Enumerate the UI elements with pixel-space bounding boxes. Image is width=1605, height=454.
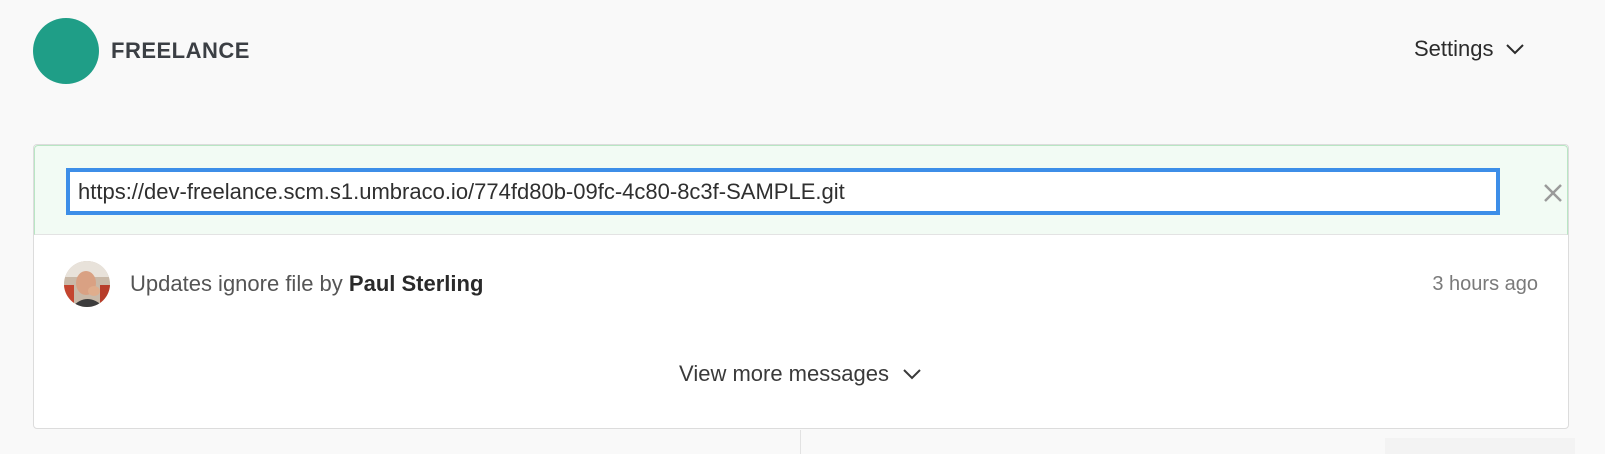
commit-message-prefix: Updates ignore file by bbox=[130, 271, 343, 296]
view-more-button[interactable]: View more messages bbox=[34, 361, 1568, 387]
view-more-label: View more messages bbox=[679, 361, 889, 386]
commit-message: Updates ignore file by Paul Sterling bbox=[130, 271, 483, 297]
commit-time: 3 hours ago bbox=[1432, 273, 1538, 295]
chevron-down-icon bbox=[901, 366, 923, 382]
avatar bbox=[64, 261, 110, 307]
commit-author: Paul Sterling bbox=[348, 271, 484, 296]
project-name[interactable]: FREELANCE bbox=[111, 38, 250, 64]
settings-label: Settings bbox=[1414, 36, 1494, 61]
column-divider bbox=[800, 430, 801, 454]
settings-dropdown[interactable]: Settings bbox=[1414, 36, 1526, 62]
deploy-card: Updates ignore file by Paul Sterling 3 h… bbox=[33, 144, 1569, 429]
chevron-down-icon bbox=[1504, 41, 1526, 57]
clone-url-input[interactable] bbox=[66, 168, 1500, 215]
commit-row: Updates ignore file by Paul Sterling 3 h… bbox=[34, 255, 1568, 325]
close-icon[interactable] bbox=[1540, 180, 1566, 206]
faded-footer-element bbox=[1385, 438, 1575, 454]
clone-url-bar bbox=[34, 145, 1568, 235]
header: FREELANCE Settings bbox=[0, 0, 1605, 100]
project-logo[interactable] bbox=[33, 18, 99, 84]
